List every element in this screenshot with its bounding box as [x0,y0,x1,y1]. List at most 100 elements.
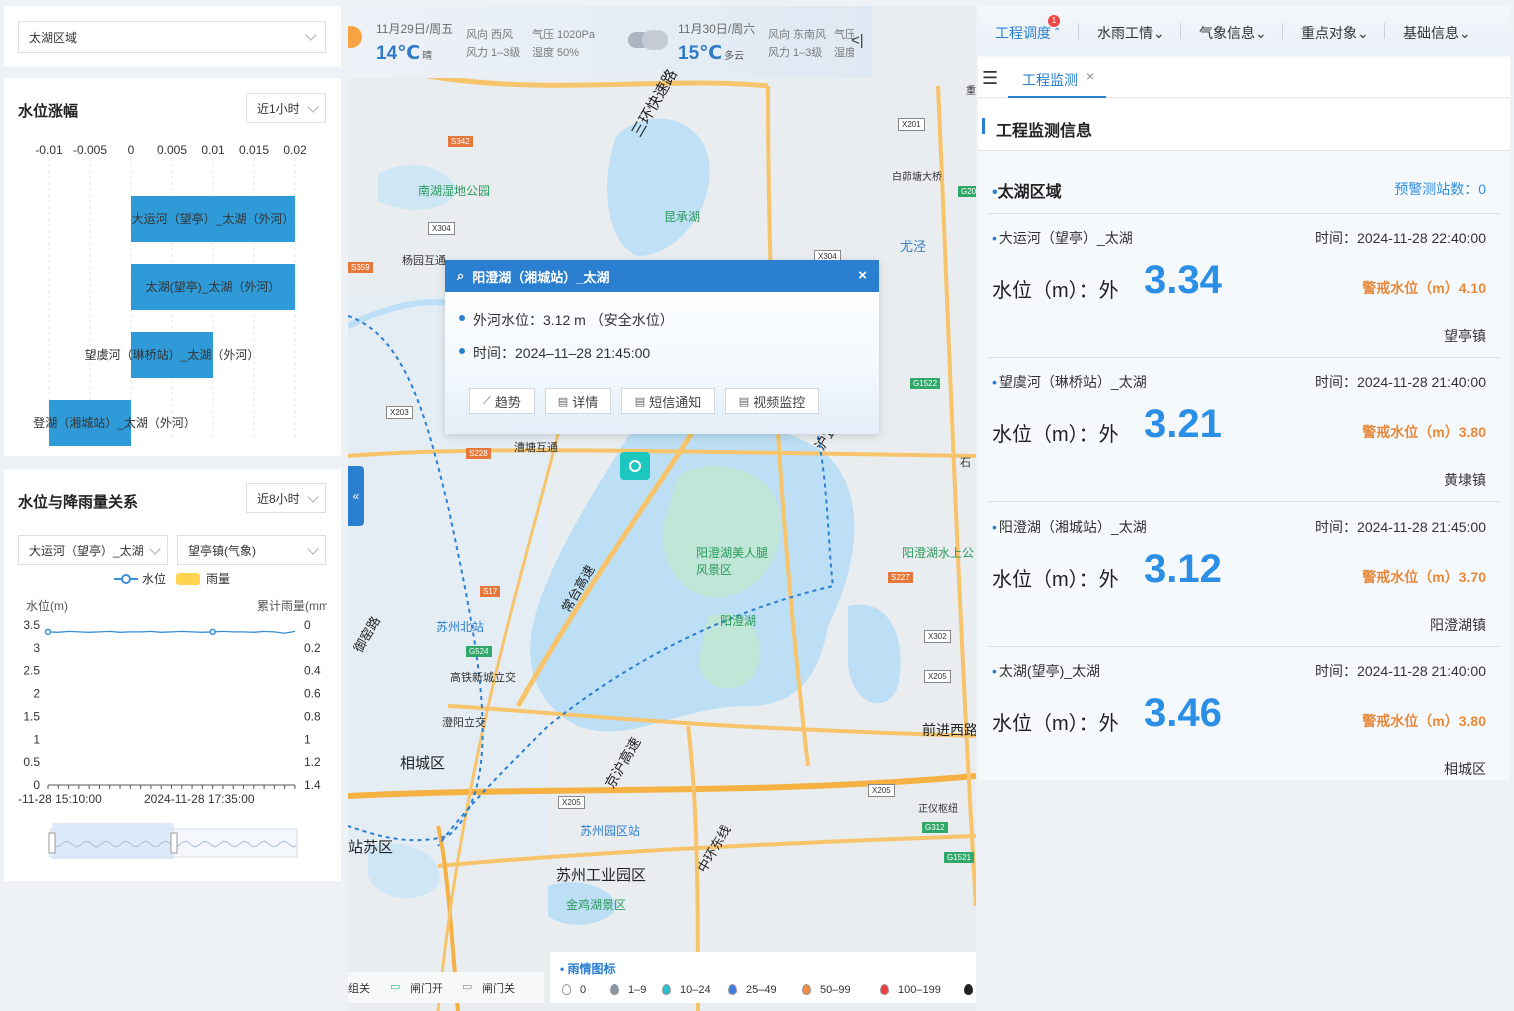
trend-button[interactable]: ⟋ 趋势 [469,388,535,414]
map-label: 前进西路 [922,722,976,738]
doc-icon: ▤ [738,395,750,408]
video-monitor-button[interactable]: ▤ 视频监控 [725,388,819,414]
x-tick-label: 2024-11-28 17:35:00 [144,792,255,806]
station-select[interactable]: 大运河（望亭）_太湖 [18,535,168,565]
rain-legend-label[interactable]: 雨量 [206,570,230,587]
map-label: 昆承湖 [664,210,701,224]
section-title: 工程监测信息 [996,123,1093,140]
station-town: 黄埭镇 [1444,472,1486,488]
region-card: 太湖区域 [4,6,341,67]
right-panel: 工程调度 ˆ 1 水雨工情⌄ 气象信息⌄ 重点对象⌄ 基础信息⌄ ☰ 工程监测 … [978,6,1510,780]
rain-legend-item-label: 10–24 [680,984,711,996]
water-legend-label[interactable]: 水位 [142,570,166,587]
raindrop-icon [964,984,973,995]
map-background [348,6,976,1011]
y-right-tick: 0.6 [304,687,321,701]
gate-close-label: 闸门关 [482,983,515,995]
weather-station-value: 望亭镇(气象) [188,543,256,558]
bar-label: 大运河（望亭）_太湖（外河） [132,211,295,226]
menu-icon[interactable]: ☰ [982,68,998,89]
sms-notify-button[interactable]: ▤ 短信通知 [621,388,715,414]
station-card[interactable]: 阳澄湖（湘城站）_太湖 时间：2024-11-28 21:45:00 水位（m）… [988,503,1500,647]
station-marker-icon[interactable] [620,452,650,480]
rain-legend-item-label: 50–99 [820,984,851,996]
popup-close-button[interactable]: × [858,267,867,284]
water-level-line[interactable] [47,630,296,634]
road-tag: G312 [922,822,948,833]
weather-humidity-1: 湿度 50% [532,47,580,59]
popup-title: 阳澄湖（湘城站）_太湖 [472,269,610,285]
x-tick-label: 0.02 [283,143,307,157]
tab-label: 工程监测 [1022,72,1078,88]
road-tag: S342 [448,136,473,147]
weather-date-1: 11月29日/周五 [376,22,454,36]
map-canvas[interactable]: 11月29日/周五 14℃ 晴 风向 西风 风力 1–3级 气压 1020Pa 湿… [348,6,976,1011]
doc-icon: ▤ [557,395,569,408]
y-left-tick: 0.5 [23,755,40,769]
y-right-tick: 1 [304,732,311,746]
cloud-icon [624,28,670,52]
station-popup: ⌕ 阳澄湖（湘城站）_太湖 × 外河水位：3.12 m （安全水位） 时间：20… [445,260,879,434]
left-panel-toggle[interactable]: « [348,466,364,526]
rise-range-value: 近1小时 [257,101,300,116]
station-warn-level: 警戒水位（m）4.10 [1362,280,1486,296]
y-right-tick: 0.2 [304,641,321,655]
raindrop-icon [880,984,889,995]
station-card[interactable]: 望虞河（琳桥站）_太湖 时间：2024-11-28 21:40:00 水位（m）… [988,358,1500,502]
station-card[interactable]: 大运河（望亭）_太湖 时间：2024-11-28 22:40:00 水位（m）：… [988,214,1500,358]
relation-range-select[interactable]: 近8小时 [246,483,326,513]
chevron-down-icon [307,543,319,555]
zoom-slider-window[interactable] [52,823,174,859]
road-tag: S228 [466,448,491,459]
region-select-value: 太湖区域 [29,30,78,45]
road-tag: X302 [924,630,951,643]
trend-icon: ⟋ [483,394,491,407]
water-level-point[interactable] [209,628,216,636]
section-marker [982,118,985,134]
map-label: 苏州园区站 [580,824,641,838]
water-level-point[interactable] [44,628,52,636]
gate-legend: 组关 ▭ 闸门开 ▭ 闸门关 [348,972,544,1003]
station-select-value: 大运河（望亭）_太湖 [29,543,144,558]
bar-label: 望虞河（琳桥站）_太湖（外河） [85,347,260,362]
station-card[interactable]: 太湖(望亭)_太湖 时间：2024-11-28 21:40:00 水位（m）：外… [988,647,1500,791]
y-left-tick: 1 [33,732,40,746]
tab-close-icon[interactable]: × [1086,68,1094,84]
zoom-handle-left[interactable] [48,832,56,854]
gate-legend-item: 组关 [348,983,370,995]
map-label: 金鸡湖景区 [566,898,627,912]
raindrop-icon [610,984,619,995]
weather-pressure-1: 气压 1020Pa [532,29,595,41]
road-tag: G524 [466,646,492,657]
nav-weather-info[interactable]: 气象信息⌄ [1199,23,1267,43]
rise-range-select[interactable]: 近1小时 [246,93,326,123]
tab-project-monitor[interactable]: 工程监测 × [1008,58,1106,98]
zoom-handle-right[interactable] [170,832,178,854]
x-tick-label: 0.01 [201,143,225,157]
x-tick-label: 0.015 [239,143,269,157]
search-icon: ⌕ [457,268,465,283]
detail-button[interactable]: ▤ 详情 [545,388,611,414]
nav-basic-info[interactable]: 基础信息⌄ [1403,23,1471,43]
nav-water-rain[interactable]: 水雨工情⌄ [1097,23,1165,43]
nav-key-objects[interactable]: 重点对象⌄ [1301,23,1369,43]
station-warn-level: 警戒水位（m）3.80 [1362,713,1486,729]
station-town: 望亭镇 [1444,328,1486,344]
gate-open-label: 闸门开 [410,983,443,995]
road-tag: G1521 [944,852,975,863]
region-select[interactable]: 太湖区域 [18,21,326,53]
map-label: 阳澄湖 [720,614,757,628]
weather-station-select[interactable]: 望亭镇(气象) [177,535,326,565]
y-right-tick: 0.4 [304,664,321,678]
map-label: 澄阳立交 [442,717,486,729]
map-label: 站苏区 [348,839,394,856]
weather-collapse-button[interactable]: <| [851,32,864,49]
station-level-value: 3.46 [1144,691,1222,735]
relation-range-value: 近8小时 [257,491,300,506]
water-rain-card: 水位与降雨量关系 近8小时 大运河（望亭）_太湖 望亭镇(气象) 水位 雨量 水… [4,469,341,881]
road-tag: X205 [868,784,895,797]
weather-temp-1: 14℃ 晴 [376,43,433,64]
road-tag: X201 [898,118,925,131]
station-time: 时间：2024-11-28 22:40:00 [1315,230,1486,246]
station-level-label: 水位（m）：外 [992,424,1119,446]
